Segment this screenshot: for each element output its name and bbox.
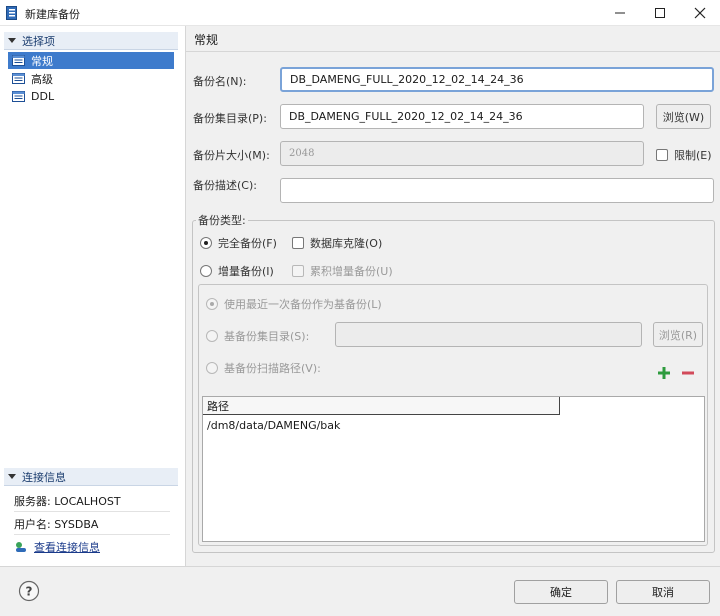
server-info: 服务器: LOCALHOST xyxy=(14,490,170,512)
radio-circle xyxy=(206,298,218,310)
add-icon[interactable] xyxy=(657,366,671,380)
sidebar-item-advanced[interactable]: 高级 xyxy=(8,70,174,87)
collapse-icon xyxy=(8,474,16,479)
sidebar-item-label: DDL xyxy=(31,90,55,103)
use-last-backup-radio[interactable]: 使用最近一次备份作为基备份(L) xyxy=(206,296,382,312)
help-icon[interactable]: ? xyxy=(18,580,40,602)
incremental-label: 增量备份(I) xyxy=(218,265,274,278)
section-title: 常规 xyxy=(194,33,219,47)
path-column-header[interactable]: 路径 xyxy=(203,397,560,415)
description-label: 备份描述(C): xyxy=(193,179,257,192)
piece-size-field[interactable]: 2048 xyxy=(280,141,644,166)
divider xyxy=(186,51,720,52)
radio-circle xyxy=(200,237,212,249)
path-table: 路径 /dm8/data/DAMENG/bak xyxy=(202,396,705,542)
limit-checkbox[interactable]: 限制(E) xyxy=(656,147,712,163)
app-icon xyxy=(6,6,17,20)
cancel-label: 取消 xyxy=(652,586,674,599)
base-dir-label: 基备份集目录(S): xyxy=(224,330,310,343)
cumulative-checkbox[interactable]: 累积增量备份(U) xyxy=(292,263,393,279)
connection-icon xyxy=(16,542,26,552)
title-bar: 新建库备份 xyxy=(0,0,720,26)
options-section-header[interactable]: 选择项 xyxy=(4,32,178,50)
base-dir-radio[interactable]: 基备份集目录(S): xyxy=(206,328,309,344)
sidebar-item-label: 常规 xyxy=(31,54,53,68)
sidebar-item-general[interactable]: 常规 xyxy=(8,52,174,69)
remove-icon[interactable] xyxy=(681,366,695,380)
base-browse-label: 浏览(R) xyxy=(658,328,698,342)
piece-size-label: 备份片大小(M): xyxy=(193,149,270,162)
piece-size-value: 2048 xyxy=(289,148,315,159)
backup-name-value: DB_DAMENG_FULL_2020_12_02_14_24_36 xyxy=(290,73,524,86)
left-pane: 选择项 常规 高级 DDL 连接信息 服务器: LOCALHOST 用户名: S… xyxy=(0,26,183,566)
page-icon xyxy=(12,91,25,102)
user-text: 用户名: SYSDBA xyxy=(14,517,99,531)
right-pane: 常规 备份名(N): DB_DAMENG_FULL_2020_12_02_14_… xyxy=(185,26,720,566)
scan-path-radio[interactable]: 基备份扫描路径(V): xyxy=(206,360,321,376)
backup-name-field[interactable]: DB_DAMENG_FULL_2020_12_02_14_24_36 xyxy=(280,67,714,92)
server-text: 服务器: LOCALHOST xyxy=(14,494,121,508)
radio-circle xyxy=(206,362,218,374)
bottom-bar: ? 确定 取消 xyxy=(0,566,720,616)
cumulative-label: 累积增量备份(U) xyxy=(310,265,393,278)
cancel-button[interactable]: 取消 xyxy=(616,580,710,604)
checkbox-box xyxy=(656,149,668,161)
scan-path-label: 基备份扫描路径(V): xyxy=(224,362,321,375)
backup-dir-field[interactable]: DB_DAMENG_FULL_2020_12_02_14_24_36 xyxy=(280,104,644,129)
radio-circle xyxy=(206,330,218,342)
user-info: 用户名: SYSDBA xyxy=(14,513,170,535)
collapse-icon xyxy=(8,38,16,43)
minimize-icon xyxy=(615,12,625,14)
connection-section-header[interactable]: 连接信息 xyxy=(4,468,178,486)
db-clone-label: 数据库克隆(O) xyxy=(310,237,383,250)
backup-dir-value: DB_DAMENG_FULL_2020_12_02_14_24_36 xyxy=(289,110,523,123)
window-title: 新建库备份 xyxy=(25,8,80,21)
radio-circle xyxy=(200,265,212,277)
ok-label: 确定 xyxy=(550,586,572,599)
backup-name-label: 备份名(N): xyxy=(193,75,247,88)
full-backup-label: 完全备份(F) xyxy=(218,237,277,250)
svg-text:?: ? xyxy=(26,585,33,599)
maximize-button[interactable] xyxy=(643,2,677,24)
description-field[interactable] xyxy=(280,178,714,203)
base-dir-field[interactable] xyxy=(335,322,642,347)
db-clone-checkbox[interactable]: 数据库克隆(O) xyxy=(292,235,382,251)
view-connection-row: 查看连接信息 xyxy=(14,536,170,558)
ok-button[interactable]: 确定 xyxy=(514,580,608,604)
sidebar-item-label: 高级 xyxy=(31,72,53,86)
path-column-label: 路径 xyxy=(207,399,229,413)
options-header-label: 选择项 xyxy=(22,34,55,48)
backup-dir-label: 备份集目录(P): xyxy=(193,112,267,125)
browse-button[interactable]: 浏览(W) xyxy=(656,104,711,129)
browse-label: 浏览(W) xyxy=(662,110,705,124)
base-browse-button[interactable]: 浏览(R) xyxy=(653,322,703,347)
maximize-icon xyxy=(655,8,665,18)
checkbox-box xyxy=(292,237,304,249)
limit-label: 限制(E) xyxy=(674,149,712,162)
minimize-button[interactable] xyxy=(603,2,637,24)
backup-type-label: 备份类型: xyxy=(196,212,248,228)
use-last-label: 使用最近一次备份作为基备份(L) xyxy=(224,298,382,311)
full-backup-radio[interactable]: 完全备份(F) xyxy=(200,235,277,251)
sidebar-item-ddl[interactable]: DDL xyxy=(8,88,174,105)
view-connection-link[interactable]: 查看连接信息 xyxy=(34,539,100,555)
close-icon xyxy=(694,7,706,19)
connection-header-label: 连接信息 xyxy=(22,470,66,484)
incremental-radio[interactable]: 增量备份(I) xyxy=(200,263,274,279)
close-button[interactable] xyxy=(683,2,717,24)
page-icon xyxy=(12,55,25,66)
page-icon xyxy=(12,73,25,84)
table-row[interactable]: /dm8/data/DAMENG/bak xyxy=(207,419,340,432)
checkbox-box xyxy=(292,265,304,277)
